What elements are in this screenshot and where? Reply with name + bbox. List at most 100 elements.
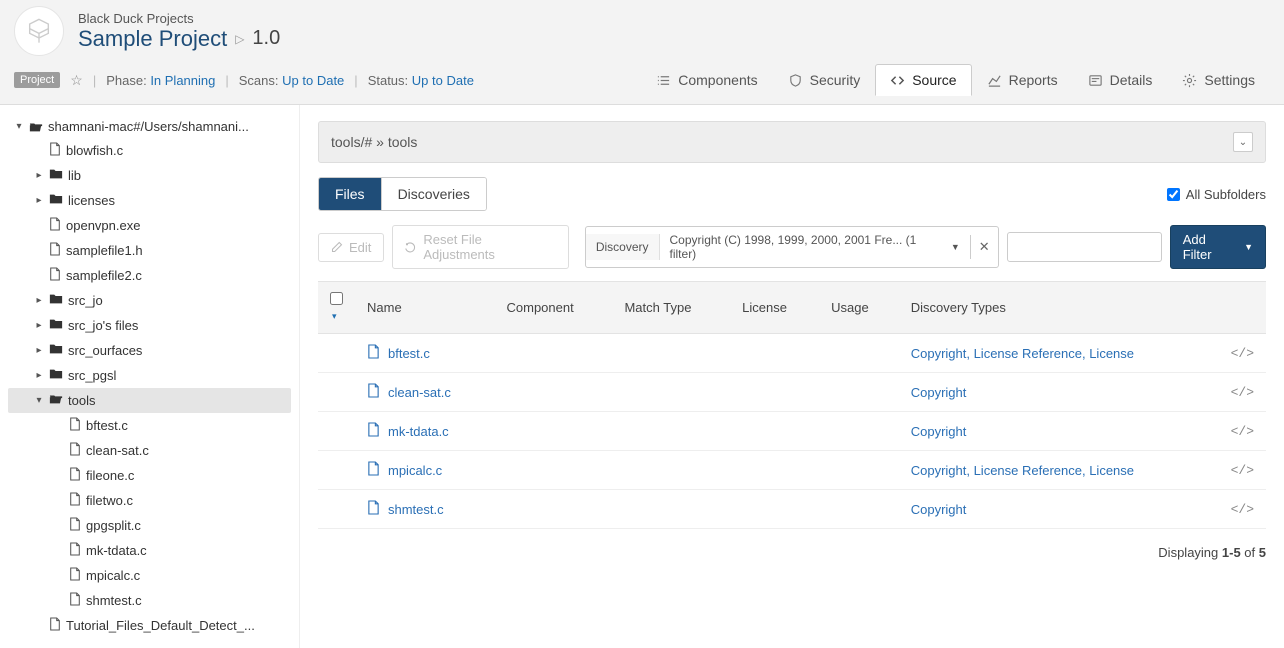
tree-label: src_jo	[68, 293, 103, 308]
tree-item[interactable]: ▸ src_pgsl	[8, 363, 291, 388]
file-link[interactable]: shmtest.c	[367, 500, 483, 518]
caret-icon[interactable]: ▸	[34, 320, 44, 331]
undo-icon	[405, 241, 417, 253]
tree-item[interactable]: ▸gpgsplit.c	[8, 513, 291, 538]
tab-security[interactable]: Security	[773, 64, 876, 96]
discovery-link[interactable]: Copyright	[911, 385, 967, 400]
tree-item[interactable]: ▸src_jo's files	[8, 313, 291, 338]
tree-item[interactable]: ▸openvpn.exe	[8, 213, 291, 238]
code-icon[interactable]: </>	[1231, 385, 1254, 400]
tree-label: src_pgsl	[68, 368, 116, 383]
select-all-checkbox[interactable]	[330, 292, 343, 305]
caret-icon[interactable]: ▸	[34, 195, 44, 206]
tree-item[interactable]: ▸mk-tdata.c	[8, 538, 291, 563]
tree-item[interactable]: ▸licenses	[8, 188, 291, 213]
tree-item[interactable]: ▸Tutorial_Files_Default_Detect_...	[8, 613, 291, 638]
col-usage[interactable]: Usage	[819, 282, 899, 334]
caret-icon[interactable]: ▸	[34, 295, 44, 306]
tab-label: Source	[912, 72, 956, 88]
tree-item[interactable]: ▸samplefile2.c	[8, 263, 291, 288]
caret-icon[interactable]: ▸	[34, 345, 44, 356]
logo	[14, 6, 64, 56]
code-icon[interactable]: </>	[1231, 502, 1254, 517]
breadcrumb: tools/# » tools	[331, 134, 417, 150]
file-icon	[69, 592, 81, 609]
subtab-discoveries[interactable]: Discoveries	[381, 178, 486, 210]
card-icon	[1088, 73, 1103, 88]
code-icon[interactable]: </>	[1231, 463, 1254, 478]
tree-item[interactable]: ▸blowfish.c	[8, 138, 291, 163]
tab-source[interactable]: Source	[875, 64, 971, 96]
tree-item[interactable]: ▸lib	[8, 163, 291, 188]
code-icon[interactable]: </>	[1231, 424, 1254, 439]
tree-label: bftest.c	[86, 418, 128, 433]
sort-indicator-icon[interactable]: ▾	[332, 311, 337, 321]
file-icon	[367, 500, 380, 518]
phase-label: Phase:	[106, 73, 146, 88]
active-filter-pill[interactable]: Discovery Copyright (C) 1998, 1999, 2000…	[585, 226, 999, 268]
subtab-files[interactable]: Files	[319, 178, 381, 210]
tab-reports[interactable]: Reports	[972, 64, 1073, 96]
file-icon	[49, 617, 61, 634]
tree-label: Tutorial_Files_Default_Detect_...	[66, 618, 255, 633]
tree-root[interactable]: ▾ shamnani-mac#/Users/shamnani...	[8, 115, 291, 138]
tree-item[interactable]: ▸ src_jo	[8, 288, 291, 313]
all-subfolders-toggle[interactable]: All Subfolders	[1167, 187, 1266, 202]
status-value[interactable]: Up to Date	[412, 73, 474, 88]
file-link[interactable]: clean-sat.c	[367, 383, 483, 401]
file-icon	[49, 217, 61, 234]
file-name: bftest.c	[388, 346, 430, 361]
table-row: bftest.c Copyright, License Reference, Li…	[318, 334, 1266, 373]
discovery-link[interactable]: Copyright	[911, 502, 967, 517]
add-filter-button[interactable]: Add Filter ▼	[1170, 225, 1266, 269]
tree-item[interactable]: ▸shmtest.c	[8, 588, 291, 613]
tree-item[interactable]: ▾tools	[8, 388, 291, 413]
tab-settings[interactable]: Settings	[1167, 64, 1270, 96]
tree-item[interactable]: ▸clean-sat.c	[8, 438, 291, 463]
tab-label: Settings	[1204, 72, 1255, 88]
discovery-link[interactable]: Copyright, License Reference, License	[911, 346, 1134, 361]
breadcrumb-dropdown[interactable]: ⌄	[1233, 132, 1253, 152]
tree-item[interactable]: ▸samplefile1.h	[8, 238, 291, 263]
col-match-type[interactable]: Match Type	[612, 282, 730, 334]
tree-item[interactable]: ▸src_ourfaces	[8, 338, 291, 363]
col-discovery[interactable]: Discovery Types	[899, 282, 1219, 334]
reset-button[interactable]: Reset File Adjustments	[392, 225, 568, 269]
col-component[interactable]: Component	[495, 282, 613, 334]
file-link[interactable]: bftest.c	[367, 344, 483, 362]
col-name[interactable]: Name	[355, 282, 495, 334]
file-link[interactable]: mpicalc.c	[367, 461, 483, 479]
edit-button[interactable]: Edit	[318, 233, 384, 262]
tab-components[interactable]: Components	[641, 64, 772, 96]
phase-value[interactable]: In Planning	[150, 73, 215, 88]
tree-item[interactable]: ▸mpicalc.c	[8, 563, 291, 588]
project-version[interactable]: 1.0	[252, 27, 280, 50]
tree-item[interactable]: ▸bftest.c	[8, 413, 291, 438]
caret-icon[interactable]: ▸	[34, 170, 44, 181]
tree-item[interactable]: ▸fileone.c	[8, 463, 291, 488]
discovery-link[interactable]: Copyright	[911, 424, 967, 439]
tree-item[interactable]: ▸filetwo.c	[8, 488, 291, 513]
org-name[interactable]: Black Duck Projects	[78, 11, 280, 26]
tree-label: samplefile2.c	[66, 268, 142, 283]
tab-label: Details	[1110, 72, 1153, 88]
search-input[interactable]	[1007, 232, 1162, 262]
scans-value[interactable]: Up to Date	[282, 73, 344, 88]
filter-value[interactable]: Copyright (C) 1998, 1999, 2000, 2001 Fre…	[660, 227, 970, 267]
separator: |	[93, 73, 96, 88]
star-icon[interactable]: ☆	[70, 72, 83, 89]
table-row: clean-sat.c Copyright </>	[318, 373, 1266, 412]
caret-down-icon[interactable]: ▾	[14, 121, 24, 132]
all-subfolders-checkbox[interactable]	[1167, 188, 1180, 201]
col-license[interactable]: License	[730, 282, 819, 334]
add-filter-label: Add Filter	[1183, 232, 1238, 262]
discovery-link[interactable]: Copyright, License Reference, License	[911, 463, 1134, 478]
caret-icon[interactable]: ▸	[34, 370, 44, 381]
table-row: mpicalc.c Copyright, License Reference, L…	[318, 451, 1266, 490]
caret-icon[interactable]: ▾	[34, 395, 44, 406]
filter-remove[interactable]: ✕	[970, 235, 998, 259]
tab-details[interactable]: Details	[1073, 64, 1168, 96]
project-name[interactable]: Sample Project	[78, 26, 227, 52]
file-link[interactable]: mk-tdata.c	[367, 422, 483, 440]
code-icon[interactable]: </>	[1231, 346, 1254, 361]
